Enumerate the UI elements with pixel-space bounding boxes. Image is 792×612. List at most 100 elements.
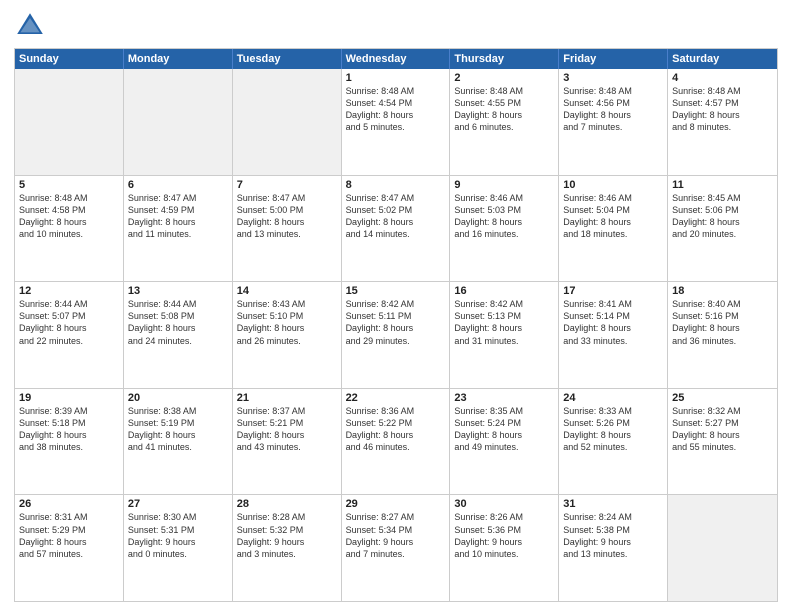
day-number: 12 (19, 285, 119, 297)
day-info: Sunrise: 8:46 AM Sunset: 5:04 PM Dayligh… (563, 192, 663, 241)
day-cell-28: 28Sunrise: 8:28 AM Sunset: 5:32 PM Dayli… (233, 495, 342, 601)
day-cell-17: 17Sunrise: 8:41 AM Sunset: 5:14 PM Dayli… (559, 282, 668, 388)
header-day-tuesday: Tuesday (233, 49, 342, 69)
day-cell-16: 16Sunrise: 8:42 AM Sunset: 5:13 PM Dayli… (450, 282, 559, 388)
day-info: Sunrise: 8:35 AM Sunset: 5:24 PM Dayligh… (454, 405, 554, 454)
empty-cell (124, 69, 233, 175)
day-cell-23: 23Sunrise: 8:35 AM Sunset: 5:24 PM Dayli… (450, 389, 559, 495)
day-info: Sunrise: 8:43 AM Sunset: 5:10 PM Dayligh… (237, 298, 337, 347)
day-cell-13: 13Sunrise: 8:44 AM Sunset: 5:08 PM Dayli… (124, 282, 233, 388)
day-cell-21: 21Sunrise: 8:37 AM Sunset: 5:21 PM Dayli… (233, 389, 342, 495)
day-number: 20 (128, 392, 228, 404)
day-number: 19 (19, 392, 119, 404)
week-row-4: 19Sunrise: 8:39 AM Sunset: 5:18 PM Dayli… (15, 388, 777, 495)
day-cell-3: 3Sunrise: 8:48 AM Sunset: 4:56 PM Daylig… (559, 69, 668, 175)
day-cell-2: 2Sunrise: 8:48 AM Sunset: 4:55 PM Daylig… (450, 69, 559, 175)
day-cell-14: 14Sunrise: 8:43 AM Sunset: 5:10 PM Dayli… (233, 282, 342, 388)
day-cell-25: 25Sunrise: 8:32 AM Sunset: 5:27 PM Dayli… (668, 389, 777, 495)
day-number: 18 (672, 285, 773, 297)
day-number: 14 (237, 285, 337, 297)
day-cell-27: 27Sunrise: 8:30 AM Sunset: 5:31 PM Dayli… (124, 495, 233, 601)
day-number: 23 (454, 392, 554, 404)
day-cell-18: 18Sunrise: 8:40 AM Sunset: 5:16 PM Dayli… (668, 282, 777, 388)
day-cell-9: 9Sunrise: 8:46 AM Sunset: 5:03 PM Daylig… (450, 176, 559, 282)
day-number: 2 (454, 72, 554, 84)
header-day-sunday: Sunday (15, 49, 124, 69)
week-row-5: 26Sunrise: 8:31 AM Sunset: 5:29 PM Dayli… (15, 494, 777, 601)
day-cell-31: 31Sunrise: 8:24 AM Sunset: 5:38 PM Dayli… (559, 495, 668, 601)
day-info: Sunrise: 8:41 AM Sunset: 5:14 PM Dayligh… (563, 298, 663, 347)
day-number: 26 (19, 498, 119, 510)
day-info: Sunrise: 8:28 AM Sunset: 5:32 PM Dayligh… (237, 511, 337, 560)
empty-cell (233, 69, 342, 175)
day-info: Sunrise: 8:48 AM Sunset: 4:54 PM Dayligh… (346, 85, 446, 134)
day-info: Sunrise: 8:48 AM Sunset: 4:55 PM Dayligh… (454, 85, 554, 134)
day-info: Sunrise: 8:47 AM Sunset: 5:00 PM Dayligh… (237, 192, 337, 241)
day-info: Sunrise: 8:36 AM Sunset: 5:22 PM Dayligh… (346, 405, 446, 454)
day-number: 28 (237, 498, 337, 510)
day-cell-10: 10Sunrise: 8:46 AM Sunset: 5:04 PM Dayli… (559, 176, 668, 282)
calendar-body: 1Sunrise: 8:48 AM Sunset: 4:54 PM Daylig… (15, 69, 777, 601)
day-info: Sunrise: 8:44 AM Sunset: 5:08 PM Dayligh… (128, 298, 228, 347)
week-row-2: 5Sunrise: 8:48 AM Sunset: 4:58 PM Daylig… (15, 175, 777, 282)
day-info: Sunrise: 8:42 AM Sunset: 5:13 PM Dayligh… (454, 298, 554, 347)
day-number: 17 (563, 285, 663, 297)
week-row-1: 1Sunrise: 8:48 AM Sunset: 4:54 PM Daylig… (15, 69, 777, 175)
day-cell-22: 22Sunrise: 8:36 AM Sunset: 5:22 PM Dayli… (342, 389, 451, 495)
day-info: Sunrise: 8:48 AM Sunset: 4:57 PM Dayligh… (672, 85, 773, 134)
day-number: 11 (672, 179, 773, 191)
day-number: 7 (237, 179, 337, 191)
day-number: 10 (563, 179, 663, 191)
day-cell-29: 29Sunrise: 8:27 AM Sunset: 5:34 PM Dayli… (342, 495, 451, 601)
day-number: 9 (454, 179, 554, 191)
day-info: Sunrise: 8:26 AM Sunset: 5:36 PM Dayligh… (454, 511, 554, 560)
day-info: Sunrise: 8:45 AM Sunset: 5:06 PM Dayligh… (672, 192, 773, 241)
day-cell-8: 8Sunrise: 8:47 AM Sunset: 5:02 PM Daylig… (342, 176, 451, 282)
day-info: Sunrise: 8:27 AM Sunset: 5:34 PM Dayligh… (346, 511, 446, 560)
day-number: 31 (563, 498, 663, 510)
day-info: Sunrise: 8:44 AM Sunset: 5:07 PM Dayligh… (19, 298, 119, 347)
page: SundayMondayTuesdayWednesdayThursdayFrid… (0, 0, 792, 612)
day-cell-15: 15Sunrise: 8:42 AM Sunset: 5:11 PM Dayli… (342, 282, 451, 388)
week-row-3: 12Sunrise: 8:44 AM Sunset: 5:07 PM Dayli… (15, 281, 777, 388)
day-info: Sunrise: 8:37 AM Sunset: 5:21 PM Dayligh… (237, 405, 337, 454)
logo-icon (14, 10, 46, 42)
day-number: 6 (128, 179, 228, 191)
day-number: 13 (128, 285, 228, 297)
day-cell-24: 24Sunrise: 8:33 AM Sunset: 5:26 PM Dayli… (559, 389, 668, 495)
day-number: 3 (563, 72, 663, 84)
day-cell-4: 4Sunrise: 8:48 AM Sunset: 4:57 PM Daylig… (668, 69, 777, 175)
day-cell-19: 19Sunrise: 8:39 AM Sunset: 5:18 PM Dayli… (15, 389, 124, 495)
day-info: Sunrise: 8:46 AM Sunset: 5:03 PM Dayligh… (454, 192, 554, 241)
day-number: 16 (454, 285, 554, 297)
day-info: Sunrise: 8:42 AM Sunset: 5:11 PM Dayligh… (346, 298, 446, 347)
day-cell-11: 11Sunrise: 8:45 AM Sunset: 5:06 PM Dayli… (668, 176, 777, 282)
day-cell-20: 20Sunrise: 8:38 AM Sunset: 5:19 PM Dayli… (124, 389, 233, 495)
day-number: 21 (237, 392, 337, 404)
day-info: Sunrise: 8:33 AM Sunset: 5:26 PM Dayligh… (563, 405, 663, 454)
day-cell-1: 1Sunrise: 8:48 AM Sunset: 4:54 PM Daylig… (342, 69, 451, 175)
day-cell-30: 30Sunrise: 8:26 AM Sunset: 5:36 PM Dayli… (450, 495, 559, 601)
day-info: Sunrise: 8:32 AM Sunset: 5:27 PM Dayligh… (672, 405, 773, 454)
day-info: Sunrise: 8:30 AM Sunset: 5:31 PM Dayligh… (128, 511, 228, 560)
day-info: Sunrise: 8:24 AM Sunset: 5:38 PM Dayligh… (563, 511, 663, 560)
day-cell-5: 5Sunrise: 8:48 AM Sunset: 4:58 PM Daylig… (15, 176, 124, 282)
day-number: 25 (672, 392, 773, 404)
day-info: Sunrise: 8:47 AM Sunset: 4:59 PM Dayligh… (128, 192, 228, 241)
empty-cell (15, 69, 124, 175)
empty-cell (668, 495, 777, 601)
day-number: 4 (672, 72, 773, 84)
day-info: Sunrise: 8:48 AM Sunset: 4:58 PM Dayligh… (19, 192, 119, 241)
day-cell-7: 7Sunrise: 8:47 AM Sunset: 5:00 PM Daylig… (233, 176, 342, 282)
header-day-thursday: Thursday (450, 49, 559, 69)
day-info: Sunrise: 8:47 AM Sunset: 5:02 PM Dayligh… (346, 192, 446, 241)
day-number: 1 (346, 72, 446, 84)
day-info: Sunrise: 8:31 AM Sunset: 5:29 PM Dayligh… (19, 511, 119, 560)
calendar-header: SundayMondayTuesdayWednesdayThursdayFrid… (15, 49, 777, 69)
day-info: Sunrise: 8:39 AM Sunset: 5:18 PM Dayligh… (19, 405, 119, 454)
calendar: SundayMondayTuesdayWednesdayThursdayFrid… (14, 48, 778, 602)
day-number: 30 (454, 498, 554, 510)
day-cell-26: 26Sunrise: 8:31 AM Sunset: 5:29 PM Dayli… (15, 495, 124, 601)
day-number: 15 (346, 285, 446, 297)
day-number: 8 (346, 179, 446, 191)
